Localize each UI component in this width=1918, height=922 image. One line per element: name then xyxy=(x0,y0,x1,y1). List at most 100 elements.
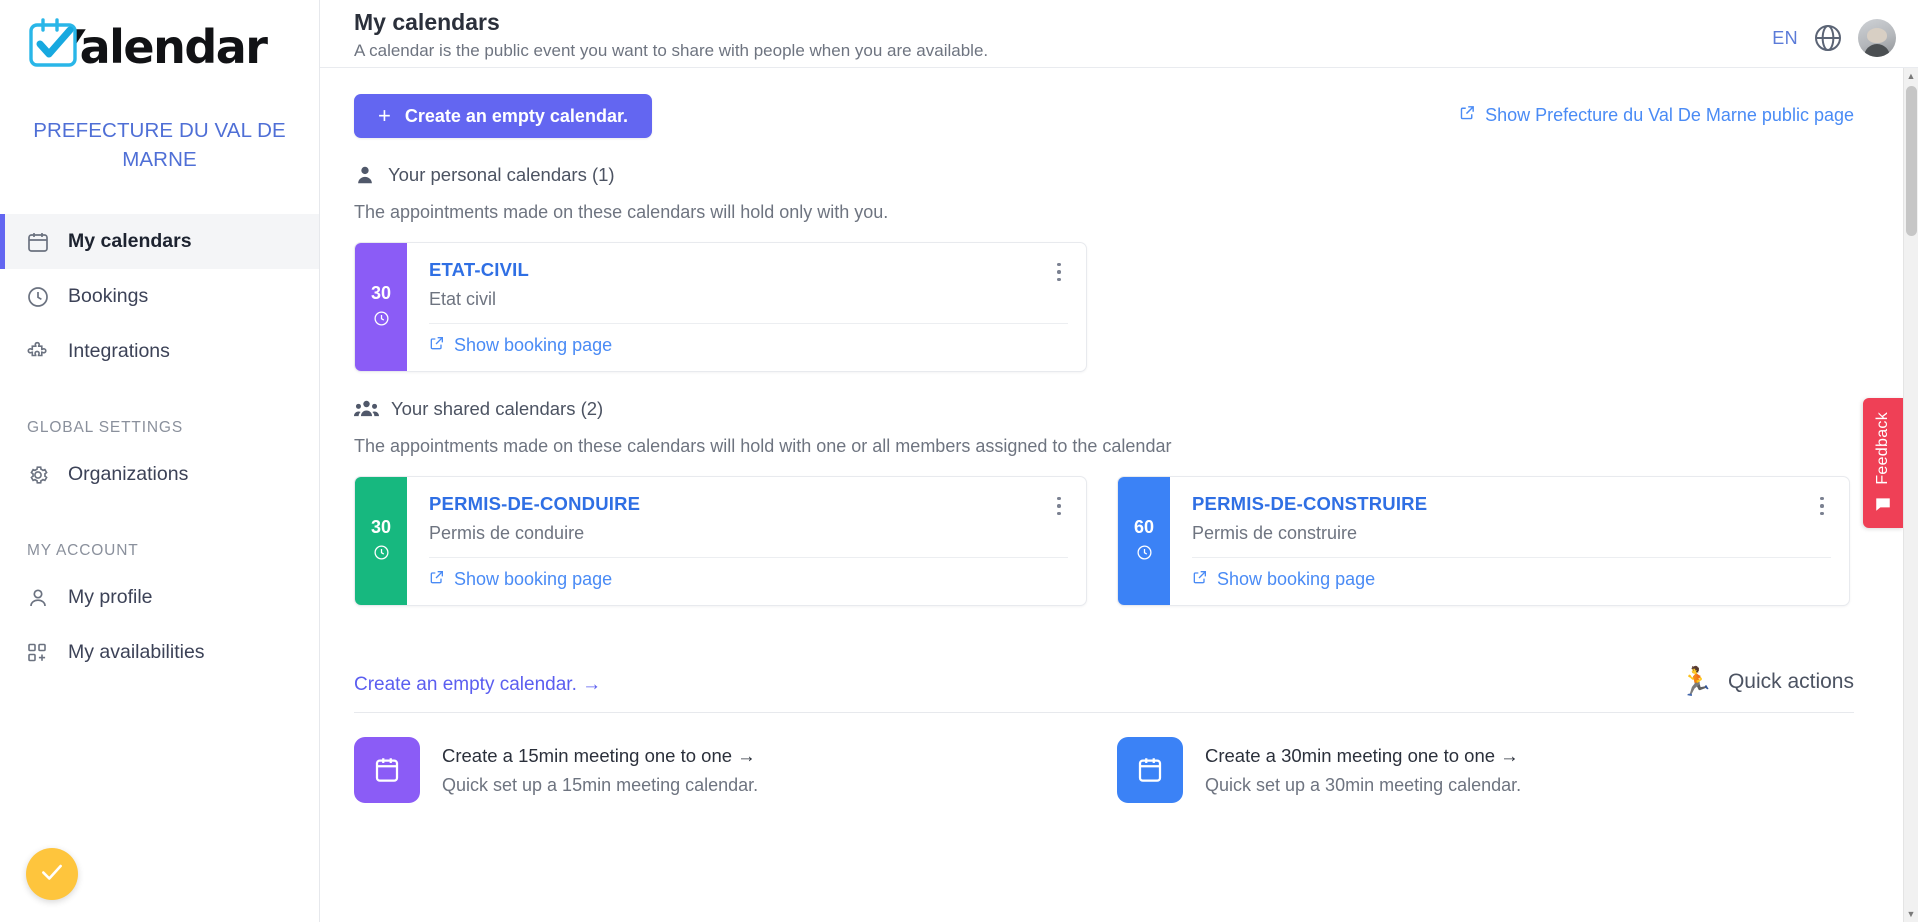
card-divider xyxy=(429,557,1068,558)
clock-icon xyxy=(373,544,390,566)
calendar-card[interactable]: 30 PERMIS-DE-CONDUIRE Permis de conduire xyxy=(354,476,1087,606)
page-subtitle: A calendar is the public event you want … xyxy=(354,41,988,61)
calendar-icon xyxy=(25,229,51,255)
page-header-text: My calendars A calendar is the public ev… xyxy=(354,7,988,61)
quick-action-card[interactable]: Create a 15min meeting one to one → Quic… xyxy=(354,737,1087,803)
kebab-menu-icon[interactable] xyxy=(1811,493,1833,519)
sidebar-item-label: My calendars xyxy=(68,230,192,253)
grid-plus-icon xyxy=(25,640,51,666)
feedback-label: Feedback xyxy=(1874,412,1892,485)
clock-icon xyxy=(1136,544,1153,566)
calendar-card[interactable]: 30 ETAT-CIVIL Etat civil xyxy=(354,242,1087,372)
kebab-menu-icon[interactable] xyxy=(1048,259,1070,285)
personal-calendars-description: The appointments made on these calendars… xyxy=(354,202,1854,223)
calendar-description: Permis de construire xyxy=(1192,523,1831,544)
calendar-title[interactable]: PERMIS-DE-CONSTRUIRE xyxy=(1192,493,1831,515)
scrollbar-bottom: ▼ xyxy=(1904,906,1918,922)
shared-calendars-description: The appointments made on these calendars… xyxy=(354,436,1854,457)
create-empty-calendar-button[interactable]: + Create an empty calendar. xyxy=(354,94,652,138)
calendar-icon[interactable] xyxy=(354,737,420,803)
sidebar-item-label: Bookings xyxy=(68,285,148,308)
quick-action-text: Create a 30min meeting one to one → Quic… xyxy=(1205,745,1521,796)
app-root: Yalendar PREFECTURE DU VAL DE MARNE My c… xyxy=(0,0,1918,922)
sidebar-item-label: My profile xyxy=(68,586,153,609)
sidebar-item-bookings[interactable]: Bookings xyxy=(0,269,319,324)
sidebar-item-my-calendars[interactable]: My calendars xyxy=(0,214,319,269)
calendar-duration-badge: 30 xyxy=(355,243,407,371)
show-booking-page-link[interactable]: Show booking page xyxy=(1192,569,1375,590)
quick-actions-heading: 🏃 Quick actions xyxy=(1679,668,1854,696)
running-person-icon: 🏃 xyxy=(1679,668,1714,696)
external-link-icon xyxy=(1459,104,1476,126)
vertical-scrollbar[interactable]: ▲ ▼ xyxy=(1903,68,1918,922)
scroll-down-arrow[interactable]: ▼ xyxy=(1904,906,1918,922)
logo-area[interactable]: Yalendar xyxy=(0,0,319,80)
external-link-icon xyxy=(429,335,445,356)
personal-calendars-heading: Your personal calendars (1) xyxy=(354,164,1854,186)
sidebar-item-label: My availabilities xyxy=(68,641,205,664)
section-divider xyxy=(354,712,1854,713)
sidebar: Yalendar PREFECTURE DU VAL DE MARNE My c… xyxy=(0,0,320,922)
sidebar-item-organizations[interactable]: Organizations xyxy=(0,447,319,502)
show-booking-page-label: Show booking page xyxy=(1217,569,1375,590)
calendar-card[interactable]: 60 PERMIS-DE-CONSTRUIRE Permis de constr… xyxy=(1117,476,1850,606)
global-settings-heading: GLOBAL SETTINGS xyxy=(0,419,319,437)
calendar-duration-value: 30 xyxy=(371,283,391,304)
organization-name: PREFECTURE DU VAL DE MARNE xyxy=(0,116,319,174)
main-panel: My calendars A calendar is the public ev… xyxy=(320,0,1918,922)
sidebar-item-label: Organizations xyxy=(68,463,188,486)
sidebar-item-label: Integrations xyxy=(68,340,170,363)
language-selector[interactable]: EN xyxy=(1772,28,1798,49)
show-booking-page-link[interactable]: Show booking page xyxy=(429,335,612,356)
floating-action-button[interactable] xyxy=(26,848,78,900)
create-empty-calendar-label: Create an empty calendar. xyxy=(405,106,628,127)
my-account-heading: MY ACCOUNT xyxy=(0,542,319,560)
show-booking-page-link[interactable]: Show booking page xyxy=(429,569,612,590)
shared-calendars-list: 30 PERMIS-DE-CONDUIRE Permis de conduire xyxy=(354,476,1854,606)
calendar-duration-value: 30 xyxy=(371,517,391,538)
personal-calendars-title: Your personal calendars (1) xyxy=(388,164,615,186)
header-actions: EN xyxy=(1772,7,1896,57)
calendar-card-body: PERMIS-DE-CONDUIRE Permis de conduire xyxy=(407,477,1086,605)
calendar-description: Etat civil xyxy=(429,289,1068,310)
external-link-icon xyxy=(429,569,445,590)
gear-icon xyxy=(25,462,51,488)
kebab-menu-icon[interactable] xyxy=(1048,493,1070,519)
quick-actions-header-row: Create an empty calendar. → 🏃 Quick acti… xyxy=(354,668,1854,696)
quick-action-text: Create a 15min meeting one to one → Quic… xyxy=(442,745,758,796)
sidebar-item-my-profile[interactable]: My profile xyxy=(0,570,319,625)
calendar-card-body: ETAT-CIVIL Etat civil Show xyxy=(407,243,1086,371)
plus-icon: + xyxy=(378,105,391,127)
calendar-duration-badge: 30 xyxy=(355,477,407,605)
card-divider xyxy=(429,323,1068,324)
quick-action-subtitle: Quick set up a 30min meeting calendar. xyxy=(1205,775,1521,796)
clock-icon xyxy=(373,310,390,332)
quick-actions-label: Quick actions xyxy=(1728,670,1854,694)
globe-icon[interactable] xyxy=(1812,22,1844,54)
sidebar-item-integrations[interactable]: Integrations xyxy=(0,324,319,379)
create-empty-calendar-link[interactable]: Create an empty calendar. → xyxy=(354,674,601,696)
scroll-up-arrow[interactable]: ▲ xyxy=(1904,68,1918,84)
person-icon xyxy=(354,164,376,186)
sidebar-item-my-availabilities[interactable]: My availabilities xyxy=(0,625,319,680)
quick-action-title[interactable]: Create a 15min meeting one to one → xyxy=(442,745,758,767)
calendar-check-icon xyxy=(26,18,88,76)
show-public-page-link[interactable]: Show Prefecture du Val De Marne public p… xyxy=(1459,94,1854,126)
calendar-title[interactable]: ETAT-CIVIL xyxy=(429,259,1068,281)
avatar[interactable] xyxy=(1858,19,1896,57)
calendar-icon[interactable] xyxy=(1117,737,1183,803)
scrollbar-thumb[interactable] xyxy=(1906,86,1917,236)
card-divider xyxy=(1192,557,1831,558)
calendar-description: Permis de conduire xyxy=(429,523,1068,544)
quick-action-title[interactable]: Create a 30min meeting one to one → xyxy=(1205,745,1521,767)
quick-action-card[interactable]: Create a 30min meeting one to one → Quic… xyxy=(1117,737,1850,803)
check-icon xyxy=(39,859,65,890)
toolbar-row: + Create an empty calendar. Show Prefect… xyxy=(354,94,1854,138)
calendar-title[interactable]: PERMIS-DE-CONDUIRE xyxy=(429,493,1068,515)
page-content: + Create an empty calendar. Show Prefect… xyxy=(320,68,1918,922)
brand-logo[interactable]: Yalendar xyxy=(26,18,293,76)
show-booking-page-label: Show booking page xyxy=(454,569,612,590)
feedback-tab[interactable]: Feedback xyxy=(1863,398,1903,528)
speech-bubble-icon xyxy=(1874,495,1892,518)
calendar-duration-badge: 60 xyxy=(1118,477,1170,605)
